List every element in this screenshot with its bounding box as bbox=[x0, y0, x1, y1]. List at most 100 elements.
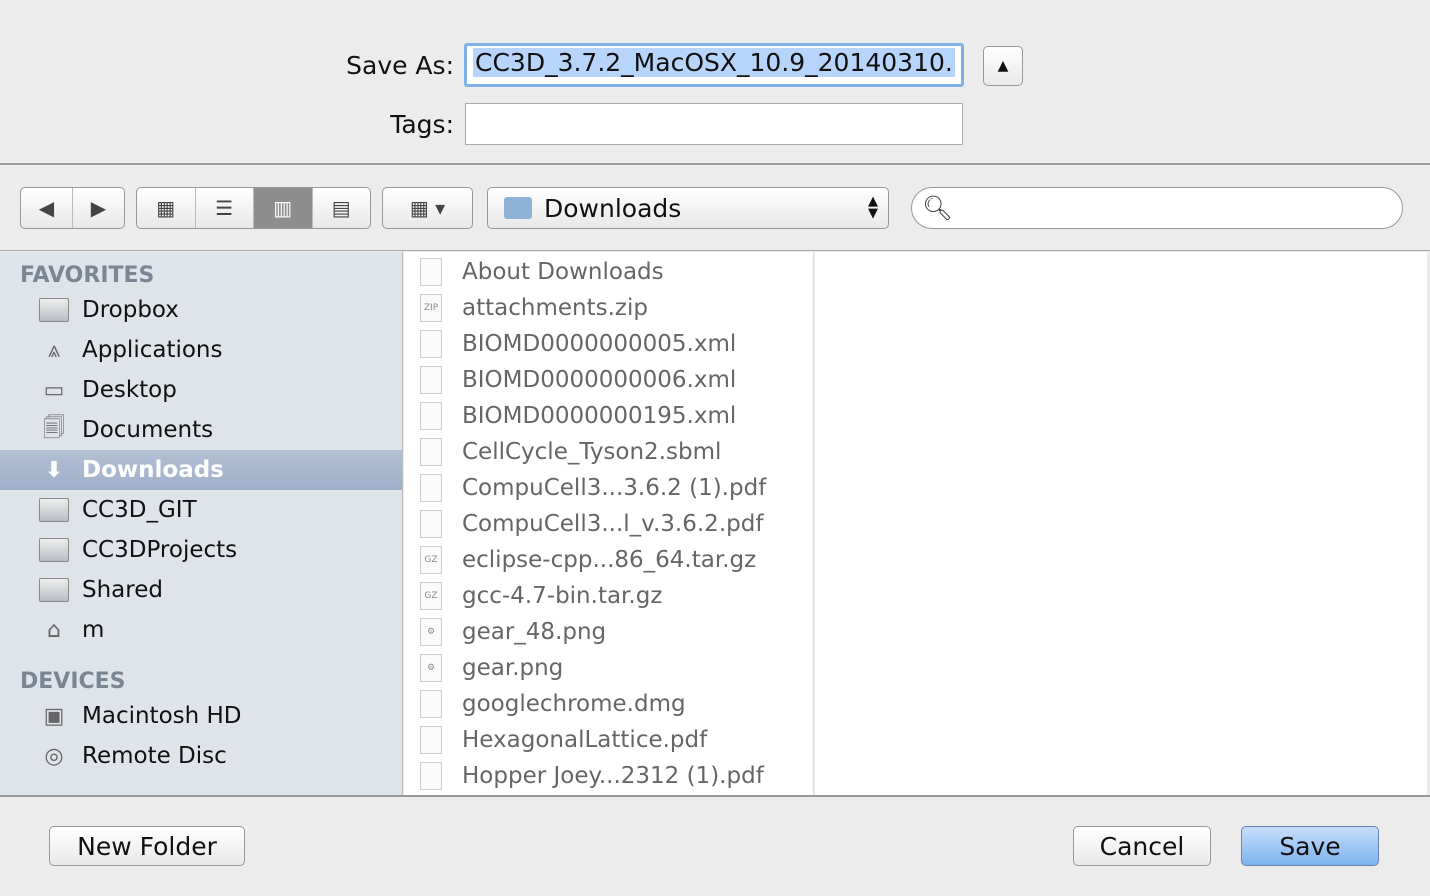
file-name: attachments.zip bbox=[462, 295, 648, 321]
downloads-folder-icon bbox=[504, 197, 532, 219]
file-item[interactable]: CompuCell3...l_v.3.6.2.pdf bbox=[404, 506, 813, 542]
sidebar-item-applications[interactable]: ⩓ Applications bbox=[0, 330, 402, 370]
archive-file-icon: ZIP bbox=[420, 294, 442, 322]
folder-icon bbox=[38, 496, 70, 524]
document-file-icon bbox=[420, 258, 442, 286]
updown-arrows-icon: ▲ ▼ bbox=[868, 194, 878, 221]
file-name: eclipse-cpp...86_64.tar.gz bbox=[462, 547, 757, 573]
pdf-file-icon bbox=[420, 762, 442, 790]
file-item[interactable]: BIOMD0000000006.xml bbox=[404, 362, 813, 398]
bottom-bar: New Folder Cancel Save bbox=[0, 795, 1430, 896]
sidebar-item-remote-disc[interactable]: ◎ Remote Disc bbox=[0, 736, 402, 776]
back-button[interactable]: ◀ bbox=[21, 188, 73, 228]
file-name: CellCycle_Tyson2.sbml bbox=[462, 439, 722, 465]
save-button[interactable]: Save bbox=[1241, 826, 1379, 866]
column-view-button[interactable]: ▥ bbox=[254, 188, 313, 228]
disc-icon: ◎ bbox=[44, 743, 64, 769]
icon-view-button[interactable]: ▦ bbox=[137, 188, 196, 228]
chevron-up-icon: ▲ bbox=[997, 58, 1009, 74]
coverflow-view-button[interactable]: ▤ bbox=[313, 188, 371, 228]
file-name: googlechrome.dmg bbox=[462, 691, 686, 717]
sidebar-item-dropbox[interactable]: Dropbox bbox=[0, 290, 402, 330]
favorites-header: FAVORITES bbox=[20, 263, 155, 288]
document-file-icon bbox=[420, 438, 442, 466]
document-file-icon bbox=[420, 330, 442, 358]
pdf-file-icon bbox=[420, 726, 442, 754]
file-item[interactable]: googlechrome.dmg bbox=[404, 686, 813, 722]
file-name: BIOMD0000000195.xml bbox=[462, 403, 737, 429]
image-file-icon: ⚙ bbox=[420, 618, 442, 646]
downloads-icon: ⬇ bbox=[44, 457, 64, 483]
file-name: Hopper Joey...2312 (1).pdf bbox=[462, 763, 764, 789]
sidebar-item-label: Dropbox bbox=[82, 297, 179, 323]
sidebar-item-cc3d-git[interactable]: CC3D_GIT bbox=[0, 490, 402, 530]
file-item[interactable]: GZ eclipse-cpp...86_64.tar.gz bbox=[404, 542, 813, 578]
tags-label: Tags: bbox=[390, 110, 454, 139]
search-icon: 🔍︎ bbox=[922, 194, 953, 222]
forward-button[interactable]: ▶ bbox=[73, 188, 124, 228]
location-popup[interactable]: Downloads ▲ ▼ bbox=[487, 187, 889, 229]
sidebar-item-label: Macintosh HD bbox=[82, 703, 242, 729]
folder-icon bbox=[38, 576, 70, 604]
toolbar: ◀ ▶ ▦ ☰ ▥ ▤ ▦ ▾ Downloads ▲ ▼ 🔍︎ bbox=[0, 167, 1430, 251]
file-item[interactable]: ⚙ gear.png bbox=[404, 650, 813, 686]
sidebar-item-label: Documents bbox=[82, 417, 214, 443]
save-header: Save As: CC3D_3.7.2_MacOSX_10.9_20140310… bbox=[0, 0, 1430, 165]
file-name: gear.png bbox=[462, 655, 564, 681]
tags-input[interactable] bbox=[465, 103, 963, 145]
document-file-icon bbox=[420, 690, 442, 718]
arrange-icon: ▦ ▾ bbox=[409, 196, 446, 220]
sidebar-item-label: Shared bbox=[82, 577, 163, 603]
file-item[interactable]: ⚙ gear_48.png bbox=[404, 614, 813, 650]
sidebar-item-label: Downloads bbox=[82, 457, 224, 483]
save-as-input[interactable]: CC3D_3.7.2_MacOSX_10.9_20140310. bbox=[464, 43, 964, 87]
sidebar-item-label: Remote Disc bbox=[82, 743, 227, 769]
file-item[interactable]: CellCycle_Tyson2.sbml bbox=[404, 434, 813, 470]
sidebar-item-macintosh-hd[interactable]: ▣ Macintosh HD bbox=[0, 696, 402, 736]
hard-disk-icon: ▣ bbox=[43, 703, 65, 729]
pdf-file-icon bbox=[420, 474, 442, 502]
folder-icon bbox=[38, 296, 70, 324]
location-label: Downloads bbox=[544, 193, 682, 223]
sidebar-item-label: m bbox=[82, 617, 105, 643]
image-file-icon: ⚙ bbox=[420, 654, 442, 682]
file-name: CompuCell3...3.6.2 (1).pdf bbox=[462, 475, 767, 501]
file-column: About Downloads ZIP attachments.zip BIOMD00… bbox=[404, 252, 814, 795]
sidebar-item-documents[interactable]: 🗐︎ Documents bbox=[0, 410, 402, 450]
sidebar-item-label: CC3DProjects bbox=[82, 537, 238, 563]
file-item[interactable]: BIOMD0000000005.xml bbox=[404, 326, 813, 362]
file-item[interactable]: About Downloads bbox=[404, 254, 813, 290]
archive-file-icon: GZ bbox=[420, 582, 442, 610]
save-as-label: Save As: bbox=[346, 51, 454, 80]
sidebar-item-label: Applications bbox=[82, 337, 223, 363]
pdf-file-icon bbox=[420, 510, 442, 538]
file-item[interactable]: GZ gcc-4.7-bin.tar.gz bbox=[404, 578, 813, 614]
archive-file-icon: GZ bbox=[420, 546, 442, 574]
new-folder-button[interactable]: New Folder bbox=[49, 826, 245, 866]
devices-header: DEVICES bbox=[20, 669, 126, 694]
file-item[interactable]: Hopper Joey...2312 (1).pdf bbox=[404, 758, 813, 794]
sidebar-item-shared[interactable]: Shared bbox=[0, 570, 402, 610]
sidebar-item-desktop[interactable]: ▭ Desktop bbox=[0, 370, 402, 410]
document-file-icon bbox=[420, 366, 442, 394]
view-mode-control: ▦ ☰ ▥ ▤ bbox=[136, 187, 371, 229]
applications-icon: ⩓ bbox=[47, 337, 61, 363]
file-item[interactable]: CompuCell3...3.6.2 (1).pdf bbox=[404, 470, 813, 506]
save-as-value: CC3D_3.7.2_MacOSX_10.9_20140310. bbox=[473, 48, 955, 77]
collapse-toggle-button[interactable]: ▲ bbox=[983, 46, 1023, 86]
arrange-button[interactable]: ▦ ▾ bbox=[382, 187, 473, 229]
list-view-button[interactable]: ☰ bbox=[196, 188, 254, 228]
home-icon: ⌂ bbox=[47, 617, 61, 643]
sidebar-item-downloads[interactable]: ⬇ Downloads bbox=[0, 450, 402, 490]
empty-column bbox=[815, 252, 1427, 795]
file-item[interactable]: HexagonalLattice.pdf bbox=[404, 722, 813, 758]
sidebar-item-m[interactable]: ⌂ m bbox=[0, 610, 402, 650]
sidebar-item-cc3dprojects[interactable]: CC3DProjects bbox=[0, 530, 402, 570]
file-name: CompuCell3...l_v.3.6.2.pdf bbox=[462, 511, 764, 537]
file-item[interactable]: ZIP attachments.zip bbox=[404, 290, 813, 326]
document-file-icon bbox=[420, 402, 442, 430]
documents-icon: 🗐︎ bbox=[43, 416, 65, 441]
cancel-button[interactable]: Cancel bbox=[1073, 826, 1211, 866]
search-field[interactable]: 🔍︎ bbox=[911, 187, 1403, 229]
file-item[interactable]: BIOMD0000000195.xml bbox=[404, 398, 813, 434]
